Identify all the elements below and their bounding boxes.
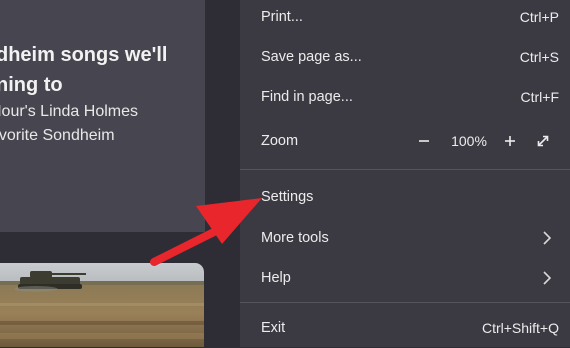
- menu-item-save-page-shortcut: Ctrl+S: [519, 49, 559, 65]
- menu-item-print-label: Print...: [261, 9, 303, 25]
- article-description: Hour's Linda Holmes avorite Sondheim: [0, 100, 205, 148]
- chevron-right-icon: [543, 231, 552, 245]
- article-description-line-2: avorite Sondheim: [0, 127, 115, 144]
- menu-item-print[interactable]: Print... Ctrl+P: [240, 0, 570, 37]
- menu-item-exit[interactable]: Exit Ctrl+Shift+Q: [240, 308, 570, 348]
- menu-item-exit-shortcut: Ctrl+Shift+Q: [481, 320, 559, 336]
- menu-item-help-label: Help: [261, 270, 291, 286]
- chevron-right-icon: [543, 271, 552, 285]
- menu-item-zoom: Zoom 100%: [240, 121, 570, 161]
- menu-divider: [240, 302, 570, 303]
- menu-item-zoom-label: Zoom: [261, 133, 299, 149]
- menu-item-help[interactable]: Help: [240, 258, 570, 298]
- article-title[interactable]: dheim songs we'll ning to: [0, 40, 205, 100]
- article-title-line-2: ning to: [0, 74, 63, 96]
- article-card[interactable]: dheim songs we'll ning to Hour's Linda H…: [0, 0, 205, 232]
- article-description-line-1: Hour's Linda Holmes: [0, 103, 139, 120]
- fullscreen-icon[interactable]: [535, 133, 551, 149]
- zoom-level: 100%: [451, 133, 487, 149]
- menu-item-save-page[interactable]: Save page as... Ctrl+S: [240, 37, 570, 77]
- article-thumbnail-image[interactable]: [0, 263, 204, 347]
- zoom-in-icon[interactable]: [502, 133, 518, 149]
- menu-item-settings[interactable]: Settings: [240, 177, 570, 217]
- menu-item-find-shortcut: Ctrl+F: [520, 89, 560, 105]
- menu-item-more-tools-label: More tools: [261, 230, 329, 246]
- article-title-line-1: dheim songs we'll: [0, 44, 168, 66]
- browser-menu: Print... Ctrl+P Save page as... Ctrl+S F…: [240, 0, 570, 347]
- menu-item-find-in-page[interactable]: Find in page... Ctrl+F: [240, 77, 570, 117]
- menu-item-find-label: Find in page...: [261, 89, 353, 105]
- menu-item-more-tools[interactable]: More tools: [240, 218, 570, 258]
- menu-item-settings-label: Settings: [261, 189, 314, 205]
- menu-item-save-page-label: Save page as...: [261, 49, 362, 65]
- menu-item-exit-label: Exit: [261, 320, 286, 336]
- zoom-out-icon[interactable]: [416, 133, 432, 149]
- menu-item-print-shortcut: Ctrl+P: [519, 9, 559, 25]
- menu-divider: [240, 169, 570, 170]
